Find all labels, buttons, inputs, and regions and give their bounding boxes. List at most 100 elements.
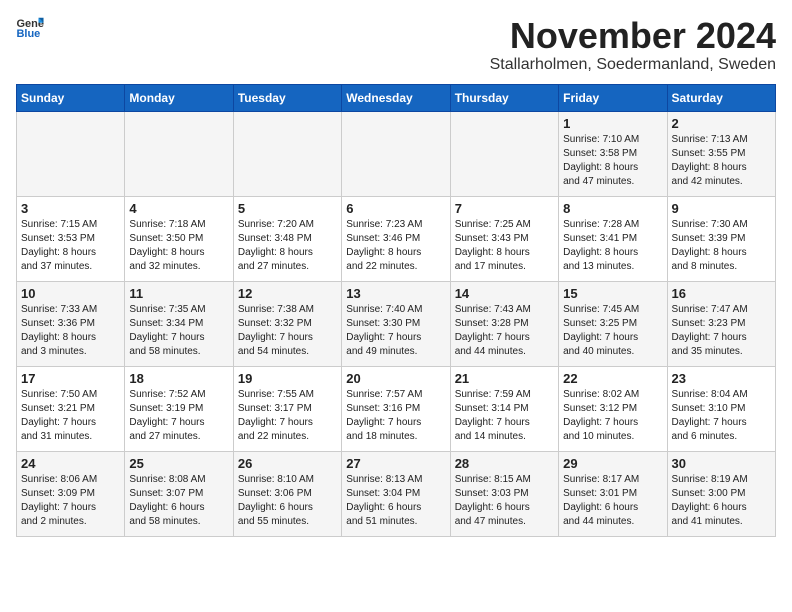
day-info: Sunrise: 7:28 AM Sunset: 3:41 PM Dayligh…: [563, 218, 662, 274]
day-info: Sunrise: 7:55 AM Sunset: 3:17 PM Dayligh…: [238, 388, 337, 444]
general-blue-icon: General Blue: [16, 16, 44, 38]
day-cell: 29 Sunrise: 8:17 AM Sunset: 3:01 PM Dayli…: [559, 451, 667, 536]
week-row-5: 24Sunrise: 8:06 AM Sunset: 3:09 PM Dayli…: [17, 451, 776, 536]
day-cell: 1 Sunrise: 7:10 AM Sunset: 3:58 PM Daylig…: [559, 111, 667, 196]
header-cell-monday: Monday: [125, 84, 233, 111]
day-number: 21: [455, 371, 554, 386]
day-info: Sunrise: 8:15 AM Sunset: 3:03 PM Dayligh…: [455, 473, 554, 529]
day-cell: 8 Sunrise: 7:28 AM Sunset: 3:41 PM Daylig…: [559, 196, 667, 281]
day-info: Sunrise: 7:50 AM Sunset: 3:21 PM Dayligh…: [21, 388, 120, 444]
day-number: 23: [672, 371, 771, 386]
week-row-4: 17 Sunrise: 7:50 AM Sunset: 3:21 PM Dayli…: [17, 366, 776, 451]
day-number: 27: [346, 456, 445, 471]
week-row-3: 10 Sunrise: 7:33 AM Sunset: 3:36 PM Dayli…: [17, 281, 776, 366]
day-number: 12: [238, 286, 337, 301]
day-cell: [450, 111, 558, 196]
header-cell-wednesday: Wednesday: [342, 84, 450, 111]
day-number: 17: [21, 371, 120, 386]
day-info: Sunrise: 7:33 AM Sunset: 3:36 PM Dayligh…: [21, 303, 120, 359]
day-number: 29: [563, 456, 662, 471]
header-cell-tuesday: Tuesday: [233, 84, 341, 111]
day-cell: 26 Sunrise: 8:10 AM Sunset: 3:06 PM Dayli…: [233, 451, 341, 536]
day-number: 4: [129, 201, 228, 216]
day-number: 18: [129, 371, 228, 386]
day-cell: 14 Sunrise: 7:43 AM Sunset: 3:28 PM Dayli…: [450, 281, 558, 366]
day-cell: 9Sunrise: 7:30 AM Sunset: 3:39 PM Daylig…: [667, 196, 775, 281]
day-cell: [233, 111, 341, 196]
day-info: Sunrise: 7:10 AM Sunset: 3:58 PM Dayligh…: [563, 133, 662, 189]
calendar-table: SundayMondayTuesdayWednesdayThursdayFrid…: [16, 84, 776, 537]
day-number: 5: [238, 201, 337, 216]
day-cell: 24Sunrise: 8:06 AM Sunset: 3:09 PM Dayli…: [17, 451, 125, 536]
day-cell: 25Sunrise: 8:08 AM Sunset: 3:07 PM Dayli…: [125, 451, 233, 536]
day-info: Sunrise: 8:02 AM Sunset: 3:12 PM Dayligh…: [563, 388, 662, 444]
day-cell: 17 Sunrise: 7:50 AM Sunset: 3:21 PM Dayli…: [17, 366, 125, 451]
day-info: Sunrise: 7:13 AM Sunset: 3:55 PM Dayligh…: [672, 133, 771, 189]
day-info: Sunrise: 8:08 AM Sunset: 3:07 PM Dayligh…: [129, 473, 228, 529]
day-cell: 19 Sunrise: 7:55 AM Sunset: 3:17 PM Dayli…: [233, 366, 341, 451]
day-number: 10: [21, 286, 120, 301]
day-info: Sunrise: 7:23 AM Sunset: 3:46 PM Dayligh…: [346, 218, 445, 274]
day-number: 8: [563, 201, 662, 216]
day-number: 16: [672, 286, 771, 301]
day-number: 26: [238, 456, 337, 471]
day-number: 15: [563, 286, 662, 301]
day-cell: 28Sunrise: 8:15 AM Sunset: 3:03 PM Dayli…: [450, 451, 558, 536]
calendar-body: 1 Sunrise: 7:10 AM Sunset: 3:58 PM Daylig…: [17, 111, 776, 536]
day-number: 6: [346, 201, 445, 216]
calendar-header-row: SundayMondayTuesdayWednesdayThursdayFrid…: [17, 84, 776, 111]
title-area: November 2024 Stallarholmen, Soedermanla…: [490, 16, 776, 74]
day-cell: 6 Sunrise: 7:23 AM Sunset: 3:46 PM Daylig…: [342, 196, 450, 281]
header: General Blue November 2024 Stallarholmen…: [16, 16, 776, 74]
day-info: Sunrise: 7:59 AM Sunset: 3:14 PM Dayligh…: [455, 388, 554, 444]
day-cell: 18Sunrise: 7:52 AM Sunset: 3:19 PM Dayli…: [125, 366, 233, 451]
day-number: 20: [346, 371, 445, 386]
day-info: Sunrise: 7:25 AM Sunset: 3:43 PM Dayligh…: [455, 218, 554, 274]
day-number: 14: [455, 286, 554, 301]
day-info: Sunrise: 7:35 AM Sunset: 3:34 PM Dayligh…: [129, 303, 228, 359]
day-cell: 20 Sunrise: 7:57 AM Sunset: 3:16 PM Dayli…: [342, 366, 450, 451]
day-number: 3: [21, 201, 120, 216]
day-number: 1: [563, 116, 662, 131]
day-cell: 23 Sunrise: 8:04 AM Sunset: 3:10 PM Dayli…: [667, 366, 775, 451]
day-number: 11: [129, 286, 228, 301]
day-number: 13: [346, 286, 445, 301]
day-number: 30: [672, 456, 771, 471]
day-cell: 13Sunrise: 7:40 AM Sunset: 3:30 PM Dayli…: [342, 281, 450, 366]
day-info: Sunrise: 7:45 AM Sunset: 3:25 PM Dayligh…: [563, 303, 662, 359]
day-cell: 10 Sunrise: 7:33 AM Sunset: 3:36 PM Dayli…: [17, 281, 125, 366]
header-cell-friday: Friday: [559, 84, 667, 111]
header-cell-sunday: Sunday: [17, 84, 125, 111]
day-cell: 2 Sunrise: 7:13 AM Sunset: 3:55 PM Daylig…: [667, 111, 775, 196]
day-cell: 12Sunrise: 7:38 AM Sunset: 3:32 PM Dayli…: [233, 281, 341, 366]
day-info: Sunrise: 8:10 AM Sunset: 3:06 PM Dayligh…: [238, 473, 337, 529]
day-cell: 4 Sunrise: 7:18 AM Sunset: 3:50 PM Daylig…: [125, 196, 233, 281]
day-info: Sunrise: 7:20 AM Sunset: 3:48 PM Dayligh…: [238, 218, 337, 274]
day-number: 19: [238, 371, 337, 386]
day-info: Sunrise: 7:57 AM Sunset: 3:16 PM Dayligh…: [346, 388, 445, 444]
day-number: 22: [563, 371, 662, 386]
day-number: 2: [672, 116, 771, 131]
day-cell: 7Sunrise: 7:25 AM Sunset: 3:43 PM Daylig…: [450, 196, 558, 281]
day-info: Sunrise: 8:04 AM Sunset: 3:10 PM Dayligh…: [672, 388, 771, 444]
day-info: Sunrise: 8:17 AM Sunset: 3:01 PM Dayligh…: [563, 473, 662, 529]
day-cell: [342, 111, 450, 196]
week-row-2: 3Sunrise: 7:15 AM Sunset: 3:53 PM Daylig…: [17, 196, 776, 281]
day-cell: 15 Sunrise: 7:45 AM Sunset: 3:25 PM Dayli…: [559, 281, 667, 366]
month-title: November 2024: [490, 16, 776, 56]
header-cell-thursday: Thursday: [450, 84, 558, 111]
day-cell: 21 Sunrise: 7:59 AM Sunset: 3:14 PM Dayli…: [450, 366, 558, 451]
day-info: Sunrise: 8:13 AM Sunset: 3:04 PM Dayligh…: [346, 473, 445, 529]
day-info: Sunrise: 7:43 AM Sunset: 3:28 PM Dayligh…: [455, 303, 554, 359]
day-info: Sunrise: 7:18 AM Sunset: 3:50 PM Dayligh…: [129, 218, 228, 274]
day-number: 24: [21, 456, 120, 471]
svg-text:Blue: Blue: [16, 28, 40, 38]
day-cell: 5 Sunrise: 7:20 AM Sunset: 3:48 PM Daylig…: [233, 196, 341, 281]
header-cell-saturday: Saturday: [667, 84, 775, 111]
logo: General Blue: [16, 16, 44, 38]
day-info: Sunrise: 7:30 AM Sunset: 3:39 PM Dayligh…: [672, 218, 771, 274]
day-cell: 22 Sunrise: 8:02 AM Sunset: 3:12 PM Dayli…: [559, 366, 667, 451]
day-cell: 27 Sunrise: 8:13 AM Sunset: 3:04 PM Dayli…: [342, 451, 450, 536]
day-info: Sunrise: 7:47 AM Sunset: 3:23 PM Dayligh…: [672, 303, 771, 359]
day-info: Sunrise: 8:19 AM Sunset: 3:00 PM Dayligh…: [672, 473, 771, 529]
